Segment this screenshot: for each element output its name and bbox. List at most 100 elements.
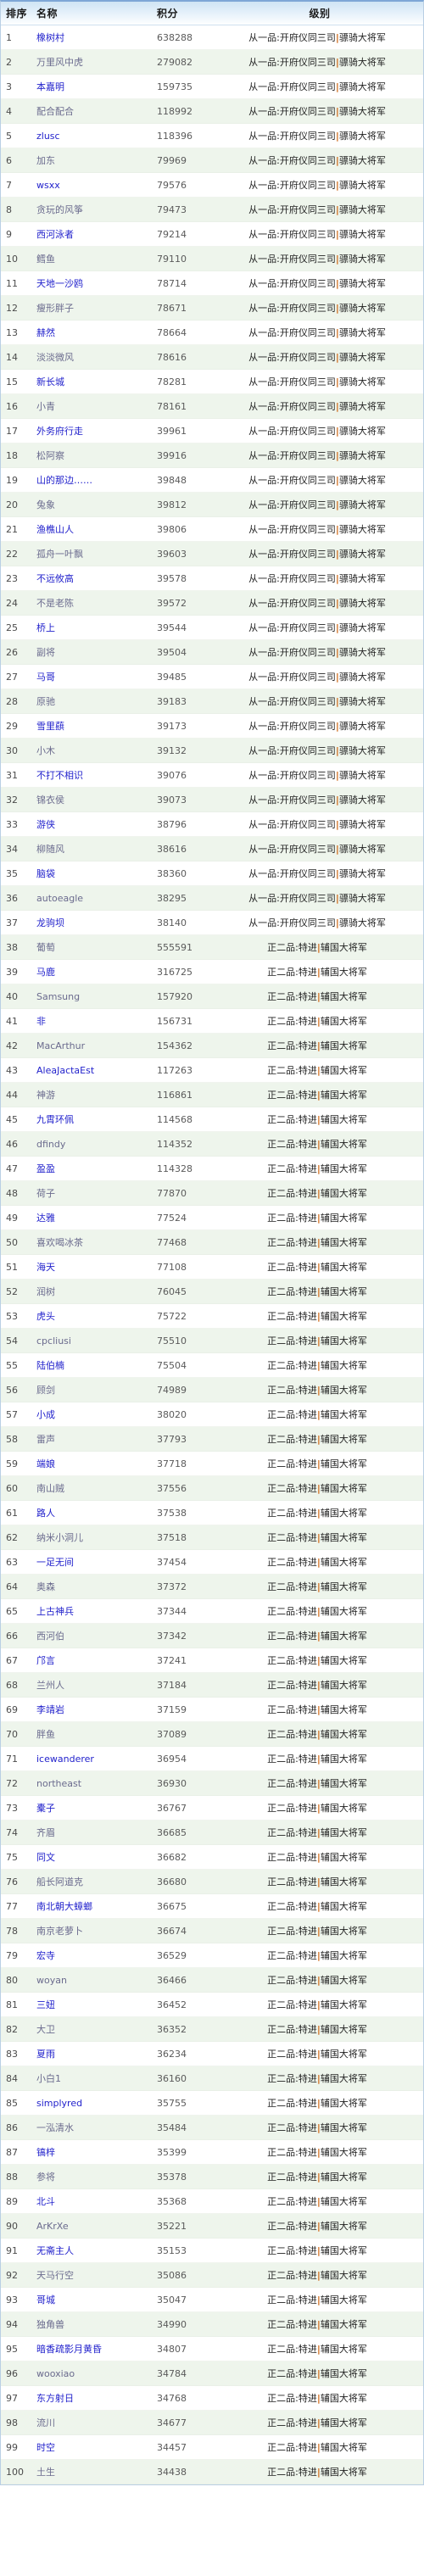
user-name-link[interactable]: 土生	[36, 2467, 55, 2478]
user-name-link[interactable]: 李靖岩	[36, 1704, 64, 1715]
user-name-link[interactable]: 瘦形胖子	[36, 303, 74, 314]
user-name-link[interactable]: 天马行空	[36, 2270, 74, 2281]
user-name-link[interactable]: 橐子	[36, 1803, 55, 1814]
user-name-link[interactable]: 端娘	[36, 1458, 55, 1469]
user-name-link[interactable]: 邝言	[36, 1655, 55, 1666]
user-name-link[interactable]: 万里风中虎	[36, 57, 83, 68]
user-name-link[interactable]: 松阿察	[36, 450, 64, 461]
user-name-link[interactable]: 外务府行走	[36, 426, 83, 437]
user-name-link[interactable]: 柳随风	[36, 844, 64, 855]
user-name-link[interactable]: 暗香疏影月黄昏	[36, 2344, 102, 2355]
user-name-link[interactable]: cpcliusi	[36, 1335, 71, 1347]
user-name-link[interactable]: 南京老萝卜	[36, 1926, 83, 1937]
user-name-link[interactable]: 齐眉	[36, 1827, 55, 1838]
user-name-link[interactable]: 雪里蕻	[36, 721, 64, 732]
user-name-link[interactable]: 上古神兵	[36, 1606, 74, 1617]
user-name-link[interactable]: 不是老陈	[36, 598, 74, 609]
user-name-link[interactable]: 副将	[36, 647, 55, 658]
user-name-link[interactable]: 马哥	[36, 672, 55, 683]
column-header-rank[interactable]: 排序	[1, 2, 30, 25]
user-name-link[interactable]: 鳕鱼	[36, 254, 55, 265]
user-name-link[interactable]: 大卫	[36, 2024, 55, 2035]
user-name-link[interactable]: 北斗	[36, 2196, 55, 2207]
user-name-link[interactable]: 兔象	[36, 499, 55, 510]
column-header-name[interactable]: 名称	[30, 2, 138, 25]
user-name-link[interactable]: 夏雨	[36, 2049, 55, 2060]
user-name-link[interactable]: 橡树村	[36, 32, 64, 43]
user-name-link[interactable]: simplyred	[36, 2098, 82, 2109]
user-name-link[interactable]: wsxx	[36, 180, 60, 191]
user-name-link[interactable]: 山的那边……	[36, 475, 92, 486]
user-name-link[interactable]: 小白1	[36, 2073, 61, 2084]
user-name-link[interactable]: woyan	[36, 1975, 67, 1986]
user-name-link[interactable]: 龙驹坝	[36, 917, 64, 928]
user-name-link[interactable]: 喜欢喝冰茶	[36, 1237, 83, 1248]
user-name-link[interactable]: 流川	[36, 2417, 55, 2428]
user-name-link[interactable]: 陆伯楠	[36, 1360, 64, 1371]
user-name-link[interactable]: 配合配合	[36, 106, 74, 117]
user-name-link[interactable]: 胖鱼	[36, 1729, 55, 1740]
user-name-link[interactable]: 桥上	[36, 622, 55, 633]
user-name-link[interactable]: 脑袋	[36, 868, 55, 879]
user-name-link[interactable]: wooxiao	[36, 2368, 75, 2379]
user-name-link[interactable]: 不打不相识	[36, 770, 83, 781]
user-name-link[interactable]: 润树	[36, 1286, 55, 1297]
user-name-link[interactable]: 锦衣侯	[36, 795, 64, 806]
user-name-link[interactable]: 南北朝大蟑螂	[36, 1901, 92, 1912]
user-name-link[interactable]: 奥森	[36, 1581, 55, 1592]
user-name-link[interactable]: 达雅	[36, 1213, 55, 1224]
user-name-link[interactable]: 九霄环佩	[36, 1114, 74, 1125]
user-name-link[interactable]: 宏寺	[36, 1950, 55, 1961]
user-name-link[interactable]: 雷声	[36, 1434, 55, 1445]
user-name-link[interactable]: MacArthur	[36, 1040, 85, 1051]
user-name-link[interactable]: 同文	[36, 1852, 55, 1863]
user-name-link[interactable]: AleaJactaEst	[36, 1065, 94, 1076]
user-name-link[interactable]: 贪玩的风筝	[36, 204, 83, 215]
user-name-link[interactable]: 赫然	[36, 327, 55, 338]
user-name-link[interactable]: 葡萄	[36, 942, 55, 953]
user-name-link[interactable]: zlusc	[36, 131, 60, 142]
user-name-link[interactable]: 荷子	[36, 1188, 55, 1199]
user-name-link[interactable]: 盈盈	[36, 1163, 55, 1174]
user-name-link[interactable]: 小青	[36, 401, 55, 412]
user-name-link[interactable]: 游侠	[36, 819, 55, 830]
user-name-link[interactable]: 神游	[36, 1090, 55, 1101]
user-name-link[interactable]: 船长阿道克	[36, 1876, 83, 1887]
user-name-link[interactable]: 加东	[36, 155, 55, 166]
user-name-link[interactable]: 原驰	[36, 696, 55, 707]
user-name-link[interactable]: 本嘉明	[36, 81, 64, 92]
user-name-link[interactable]: 西河泳者	[36, 229, 74, 240]
user-name-link[interactable]: icewanderer	[36, 1754, 94, 1765]
user-name-link[interactable]: 南山贼	[36, 1483, 64, 1494]
user-name-link[interactable]: 一足无间	[36, 1557, 74, 1568]
user-name-link[interactable]: northeast	[36, 1778, 81, 1789]
user-name-link[interactable]: Samsung	[36, 991, 80, 1002]
user-name-link[interactable]: 虎头	[36, 1311, 55, 1322]
user-name-link[interactable]: 小成	[36, 1409, 55, 1420]
user-name-link[interactable]: 天地一沙鸥	[36, 278, 83, 289]
user-name-link[interactable]: 渔樵山人	[36, 524, 74, 535]
user-name-link[interactable]: 纳米小洞儿	[36, 1532, 83, 1543]
user-name-link[interactable]: autoeagle	[36, 893, 83, 904]
user-name-link[interactable]: 哥城	[36, 2294, 55, 2306]
user-name-link[interactable]: 独角兽	[36, 2319, 64, 2330]
user-name-link[interactable]: dfindy	[36, 1139, 65, 1150]
user-name-link[interactable]: 三妞	[36, 1999, 55, 2010]
column-header-level[interactable]: 级别	[216, 2, 423, 25]
user-name-link[interactable]: 兰州人	[36, 1680, 64, 1691]
user-name-link[interactable]: 马鹿	[36, 967, 55, 978]
user-name-link[interactable]: 参将	[36, 2172, 55, 2183]
user-name-link[interactable]: 非	[36, 1016, 46, 1027]
user-name-link[interactable]: 时空	[36, 2442, 55, 2453]
user-name-link[interactable]: 孤舟一叶飘	[36, 549, 83, 560]
user-name-link[interactable]: 无斋主人	[36, 2245, 74, 2256]
user-name-link[interactable]: 淡淡微风	[36, 352, 74, 363]
user-name-link[interactable]: 路人	[36, 1508, 55, 1519]
column-header-score[interactable]: 积分	[138, 2, 216, 25]
user-name-link[interactable]: 新长城	[36, 376, 64, 388]
user-name-link[interactable]: 海天	[36, 1262, 55, 1273]
user-name-link[interactable]: 不远攸高	[36, 573, 74, 584]
user-name-link[interactable]: 小木	[36, 745, 55, 756]
user-name-link[interactable]: 一泓清水	[36, 2122, 74, 2133]
user-name-link[interactable]: 镐梓	[36, 2147, 55, 2158]
